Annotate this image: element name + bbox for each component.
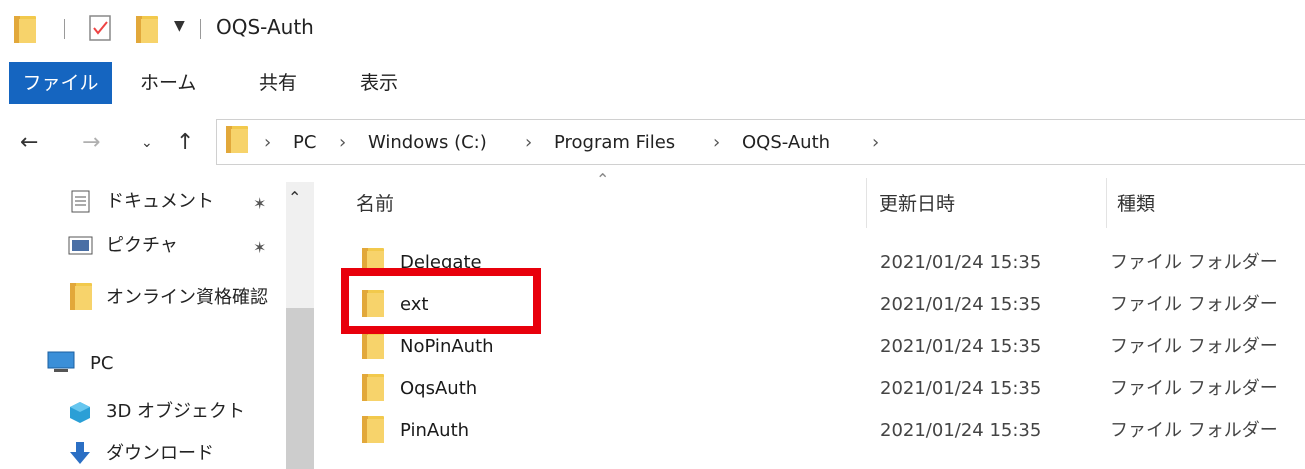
file-type: ファイル フォルダー: [1110, 336, 1278, 357]
file-type: ファイル フォルダー: [1110, 420, 1278, 441]
pin-icon[interactable]: ✶: [253, 190, 266, 218]
sidebar-item-downloads[interactable]: ダウンロード: [106, 440, 214, 468]
file-date: 2021/01/24 15:35: [880, 294, 1042, 315]
tab-home[interactable]: ホーム: [140, 62, 196, 104]
sidebar-item-online-qualification[interactable]: オンライン資格確認: [106, 284, 282, 312]
customize-toolbar-icon[interactable]: ▼: [174, 18, 185, 34]
documents-icon: [71, 190, 90, 213]
chevron-right-icon[interactable]: ›: [713, 129, 720, 157]
properties-icon[interactable]: [88, 14, 114, 42]
separator: [64, 19, 65, 39]
folder-icon: [14, 16, 36, 43]
sort-ascending-icon: ⌃: [596, 170, 610, 189]
column-header-type[interactable]: 種類: [1117, 189, 1155, 219]
column-divider[interactable]: [866, 178, 867, 228]
chevron-right-icon[interactable]: ›: [339, 129, 346, 157]
pictures-icon: [68, 236, 93, 255]
file-name: PinAuth: [400, 420, 470, 441]
file-row[interactable]: PinAuth 2021/01/24 15:35 ファイル フォルダー: [340, 410, 1305, 452]
file-name: OqsAuth: [400, 378, 478, 399]
separator: [200, 19, 201, 39]
breadcrumb-oqs-auth[interactable]: OQS-Auth: [742, 129, 830, 157]
forward-arrow-icon[interactable]: →: [82, 128, 100, 158]
folder-icon: [362, 374, 384, 401]
column-header-date[interactable]: 更新日時: [879, 189, 955, 219]
sidebar-item-pictures[interactable]: ピクチャ: [106, 232, 178, 260]
file-row[interactable]: OqsAuth 2021/01/24 15:35 ファイル フォルダー: [340, 368, 1305, 410]
chevron-right-icon[interactable]: ›: [525, 129, 532, 157]
3d-objects-icon: [70, 402, 90, 423]
tab-file[interactable]: ファイル: [9, 62, 112, 104]
chevron-right-icon[interactable]: ›: [872, 129, 879, 157]
new-folder-icon[interactable]: [136, 16, 158, 43]
sidebar-item-pc[interactable]: PC: [90, 350, 113, 378]
pin-icon[interactable]: ✶: [253, 234, 266, 262]
window-title: OQS-Auth: [216, 15, 314, 39]
file-date: 2021/01/24 15:35: [880, 378, 1042, 399]
file-type: ファイル フォルダー: [1110, 252, 1278, 273]
sidebar-item-3d-objects[interactable]: 3D オブジェクト: [106, 398, 245, 426]
scroll-up-icon[interactable]: ⌃: [288, 188, 301, 207]
folder-icon: [362, 416, 384, 443]
highlight-box: [341, 268, 541, 334]
sidebar-item-documents[interactable]: ドキュメント: [106, 188, 214, 216]
download-icon: [70, 442, 90, 464]
title-bar: ▼ OQS-Auth: [0, 0, 1305, 62]
file-type: ファイル フォルダー: [1110, 294, 1278, 315]
breadcrumb-program-files[interactable]: Program Files: [554, 129, 675, 157]
file-date: 2021/01/24 15:35: [880, 420, 1042, 441]
chevron-right-icon[interactable]: ›: [264, 129, 271, 157]
folder-icon: [226, 126, 248, 153]
scrollbar-thumb[interactable]: [286, 308, 314, 469]
up-arrow-icon[interactable]: ↑: [176, 128, 194, 158]
breadcrumb-windows-c[interactable]: Windows (C:): [368, 129, 487, 157]
folder-icon: [70, 283, 92, 310]
recent-locations-chevron-icon[interactable]: ⌄: [141, 128, 153, 158]
column-divider[interactable]: [1106, 178, 1107, 228]
tab-share[interactable]: 共有: [259, 62, 297, 104]
breadcrumb-pc[interactable]: PC: [293, 129, 316, 157]
pc-icon: [47, 351, 75, 372]
file-date: 2021/01/24 15:35: [880, 336, 1042, 357]
file-date: 2021/01/24 15:35: [880, 252, 1042, 273]
back-arrow-icon[interactable]: ←: [20, 128, 38, 158]
column-header-name[interactable]: 名前: [356, 189, 394, 219]
file-type: ファイル フォルダー: [1110, 378, 1278, 399]
tab-view[interactable]: 表示: [360, 62, 398, 104]
folder-icon: [362, 332, 384, 359]
